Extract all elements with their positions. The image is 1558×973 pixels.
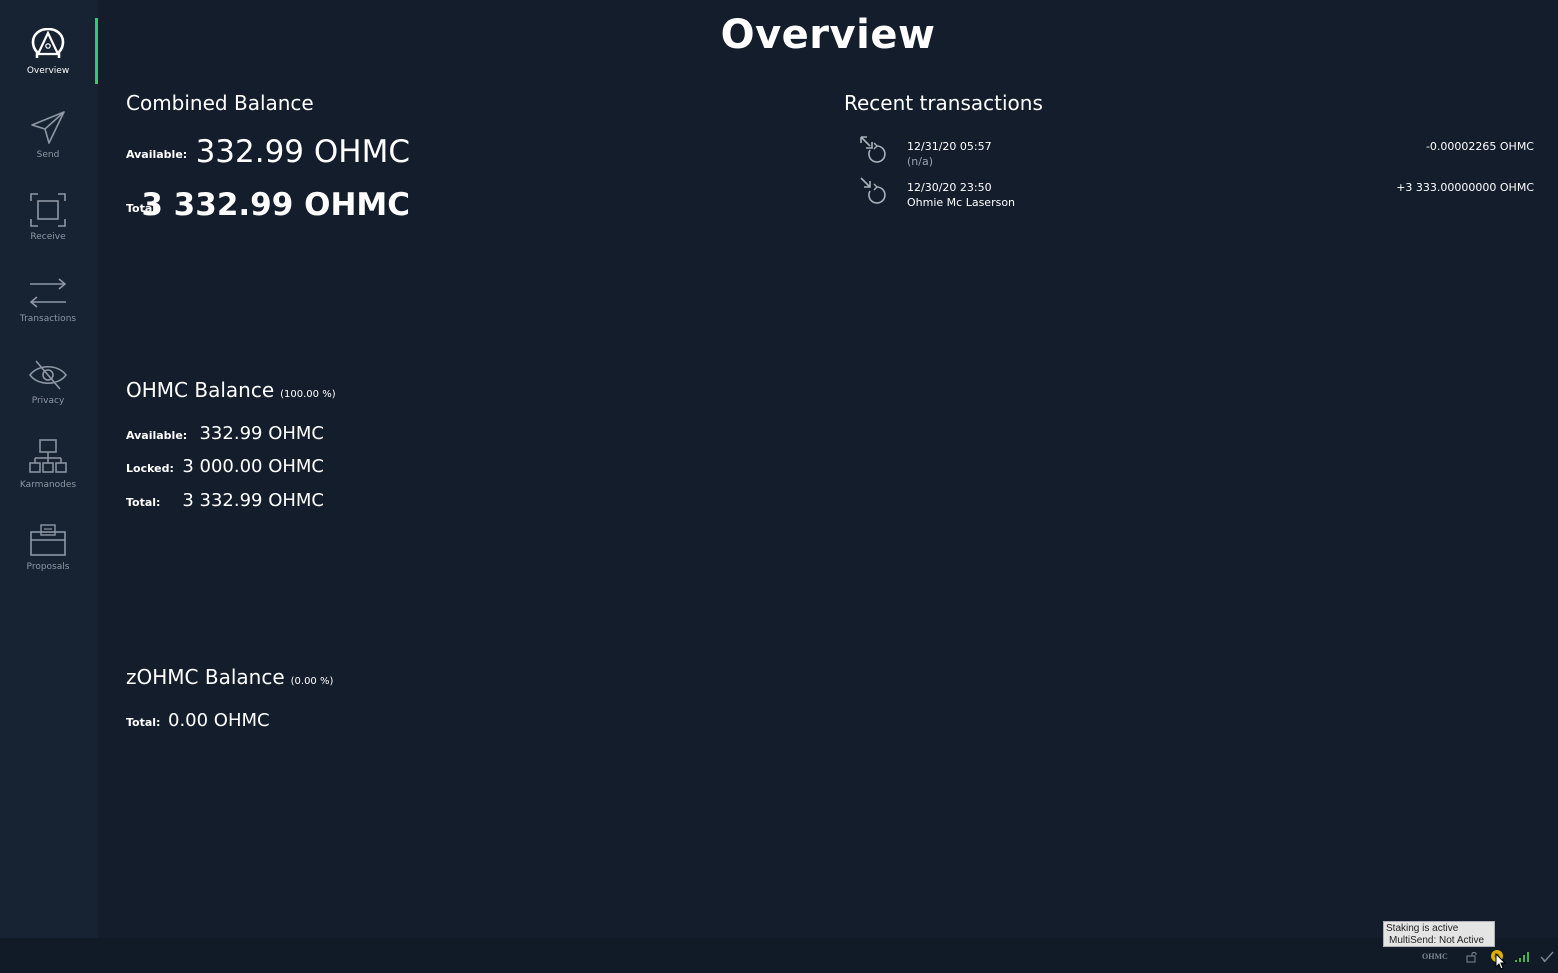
sidebar-item-label: Karmanodes [19, 480, 77, 490]
sidebar: Overview Send Receive Transactions Priva… [0, 0, 98, 938]
sidebar-item-label: Receive [30, 232, 66, 242]
ohmc-available-value: 332.99 OHMC [199, 423, 324, 444]
sidebar-item-proposals[interactable]: Proposals [0, 522, 96, 598]
combined-available-value: 332.99 OHMC [195, 134, 410, 170]
sidebar-item-label: Send [36, 150, 60, 160]
receive-icon [29, 192, 67, 228]
transaction-date: 12/31/20 05:57 [907, 140, 992, 153]
sidebar-item-label: Overview [26, 66, 70, 76]
zohmc-total-label: Total: [126, 716, 161, 729]
zohmc-balance-title: zOHMC Balance (0.00 %) [126, 665, 333, 689]
ohmc-locked-label: Locked: [126, 462, 174, 475]
ohmc-balance-title-text: OHMC Balance [126, 378, 275, 402]
staking-tooltip: Staking is active MultiSend: Not Active [1383, 921, 1495, 947]
transaction-description: Ohmie Mc Laserson [907, 196, 1016, 209]
combined-balance-title: Combined Balance [126, 91, 314, 115]
status-bar [0, 938, 1558, 973]
transaction-date: 12/30/20 23:50 [907, 181, 992, 194]
synced-check-icon[interactable] [1540, 950, 1554, 968]
sidebar-item-label: Transactions [19, 314, 77, 324]
combined-available-label: Available: [126, 148, 188, 161]
recent-transactions-title: Recent transactions [844, 91, 1043, 115]
transaction-row[interactable]: 12/30/20 23:50 Ohmie Mc Laserson +3 333.… [844, 177, 1534, 221]
page-title: Overview [720, 12, 936, 58]
display-unit[interactable]: OHMC [1422, 952, 1448, 961]
sidebar-item-send[interactable]: Send [0, 110, 96, 186]
ohmc-locked-value: 3 000.00 OHMC [182, 456, 324, 477]
logo-icon [30, 28, 66, 62]
tooltip-line-2: MultiSend: Not Active [1389, 935, 1485, 946]
ohmc-available-label: Available: [126, 429, 188, 442]
sidebar-item-label: Proposals [26, 562, 70, 572]
transaction-description: (n/a) [907, 155, 934, 168]
cursor-icon [1495, 952, 1507, 973]
ohmc-balance-percent: (100.00 %) [280, 389, 336, 400]
transaction-row[interactable]: 12/31/20 05:57 (n/a) -0.00002265 OHMC [844, 136, 1534, 180]
wallet-window: Overview Send Receive Transactions Priva… [0, 0, 1558, 973]
ohmc-balance-title: OHMC Balance (100.00 %) [126, 378, 336, 402]
sidebar-item-label: Privacy [31, 396, 65, 406]
lock-icon[interactable] [1466, 950, 1478, 968]
zohmc-balance-percent: (0.00 %) [290, 676, 334, 687]
zohmc-total-value: 0.00 OHMC [168, 710, 270, 731]
tooltip-line-1: Staking is active [1386, 923, 1459, 934]
connections-icon[interactable] [1514, 950, 1530, 968]
proposals-icon [28, 522, 68, 558]
zohmc-balance-title-text: zOHMC Balance [126, 665, 285, 689]
sidebar-item-privacy[interactable]: Privacy [0, 358, 96, 434]
ohmc-total-value: 3 332.99 OHMC [182, 490, 324, 511]
ohmc-total-label: Total: [126, 496, 161, 509]
stake-icon [858, 134, 888, 169]
karmanodes-icon [28, 438, 68, 476]
privacy-icon [28, 358, 68, 392]
sidebar-item-receive[interactable]: Receive [0, 192, 96, 268]
received-icon [858, 175, 888, 210]
sidebar-item-karmanodes[interactable]: Karmanodes [0, 438, 96, 514]
send-icon [29, 110, 67, 146]
transactions-icon [28, 276, 68, 310]
transaction-amount: +3 333.00000000 OHMC [1396, 181, 1534, 194]
combined-total-value: 3 332.99 OHMC [141, 187, 410, 223]
sidebar-item-transactions[interactable]: Transactions [0, 276, 96, 352]
transaction-amount: -0.00002265 OHMC [1425, 140, 1534, 153]
sidebar-item-overview[interactable]: Overview [0, 28, 96, 104]
